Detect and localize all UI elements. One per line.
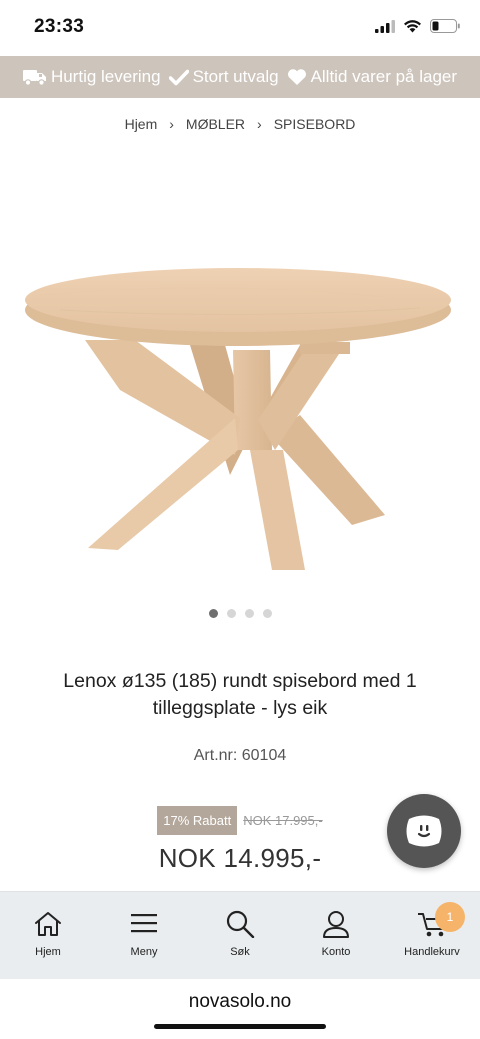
- usp-label-selection: Stort utvalg: [192, 67, 279, 86]
- nav-label-home: Hjem: [35, 946, 61, 958]
- product-title: Lenox ø135 (185) rundt spisebord med 1 t…: [63, 670, 417, 719]
- usp-item-stock: Alltid varer på lager: [287, 67, 457, 87]
- signal-icon: [375, 19, 395, 33]
- product-image[interactable]: [0, 150, 480, 600]
- breadcrumb-furniture[interactable]: MØBLER: [186, 116, 245, 132]
- nav-account[interactable]: Konto: [291, 910, 381, 958]
- home-indicator[interactable]: [154, 1024, 326, 1029]
- nav-label-account: Konto: [321, 946, 351, 958]
- breadcrumb: Hjem › MØBLER › SPISEBORD: [0, 114, 480, 134]
- truck-icon: [22, 70, 46, 86]
- bottom-nav: Hjem Meny Søk Konto 1 Handlekurv: [0, 891, 480, 979]
- carousel-dot-4[interactable]: [262, 609, 272, 618]
- chevron-right-icon: ›: [169, 116, 174, 132]
- browser-address-bar[interactable]: novasolo.no: [0, 979, 480, 1039]
- usp-label-delivery: Hurtig levering: [50, 67, 161, 86]
- status-bar: 23:33: [0, 0, 480, 56]
- chevron-right-icon: ›: [257, 116, 262, 132]
- home-icon: [35, 912, 61, 936]
- status-icons: [375, 19, 460, 33]
- cart-count-badge: 1: [435, 902, 465, 932]
- image-carousel-dots: [0, 609, 480, 618]
- wifi-icon: [404, 20, 421, 33]
- status-time: 23:33: [34, 16, 85, 37]
- nav-label-cart: Handlekurv: [404, 946, 460, 958]
- user-icon: [323, 911, 349, 938]
- nav-menu[interactable]: Meny: [99, 910, 189, 958]
- nav-label-menu: Meny: [130, 946, 158, 958]
- search-icon: [226, 910, 255, 938]
- usp-item-delivery: Hurtig levering: [22, 67, 161, 87]
- breadcrumb-dining-tables[interactable]: SPISEBORD: [274, 116, 356, 132]
- nav-search[interactable]: Søk: [195, 910, 285, 958]
- nav-label-search: Søk: [230, 946, 250, 958]
- usp-banner: Hurtig levering Stort utvalg Alltid vare…: [0, 56, 480, 98]
- checkmark-icon: [168, 69, 189, 85]
- breadcrumb-home[interactable]: Hjem: [125, 116, 158, 132]
- battery-icon: [430, 19, 460, 33]
- nav-home[interactable]: Hjem: [3, 910, 93, 958]
- menu-icon: [131, 914, 157, 933]
- usp-item-selection: Stort utvalg: [168, 67, 279, 87]
- carousel-dot-3[interactable]: [244, 609, 254, 618]
- url-text: novasolo.no: [188, 991, 292, 1012]
- usp-label-stock: Alltid varer på lager: [310, 67, 458, 86]
- article-number: Art.nr: 60104: [193, 747, 287, 764]
- chat-face-icon: [406, 815, 442, 847]
- carousel-dot-2[interactable]: [226, 609, 236, 618]
- chat-button[interactable]: [387, 794, 461, 868]
- old-price: NOK 17.995,-: [243, 813, 323, 828]
- nav-cart[interactable]: 1 Handlekurv: [387, 902, 477, 958]
- heart-icon: [287, 69, 306, 85]
- carousel-dot-1[interactable]: [208, 609, 218, 618]
- discount-badge: 17% Rabatt: [157, 806, 238, 835]
